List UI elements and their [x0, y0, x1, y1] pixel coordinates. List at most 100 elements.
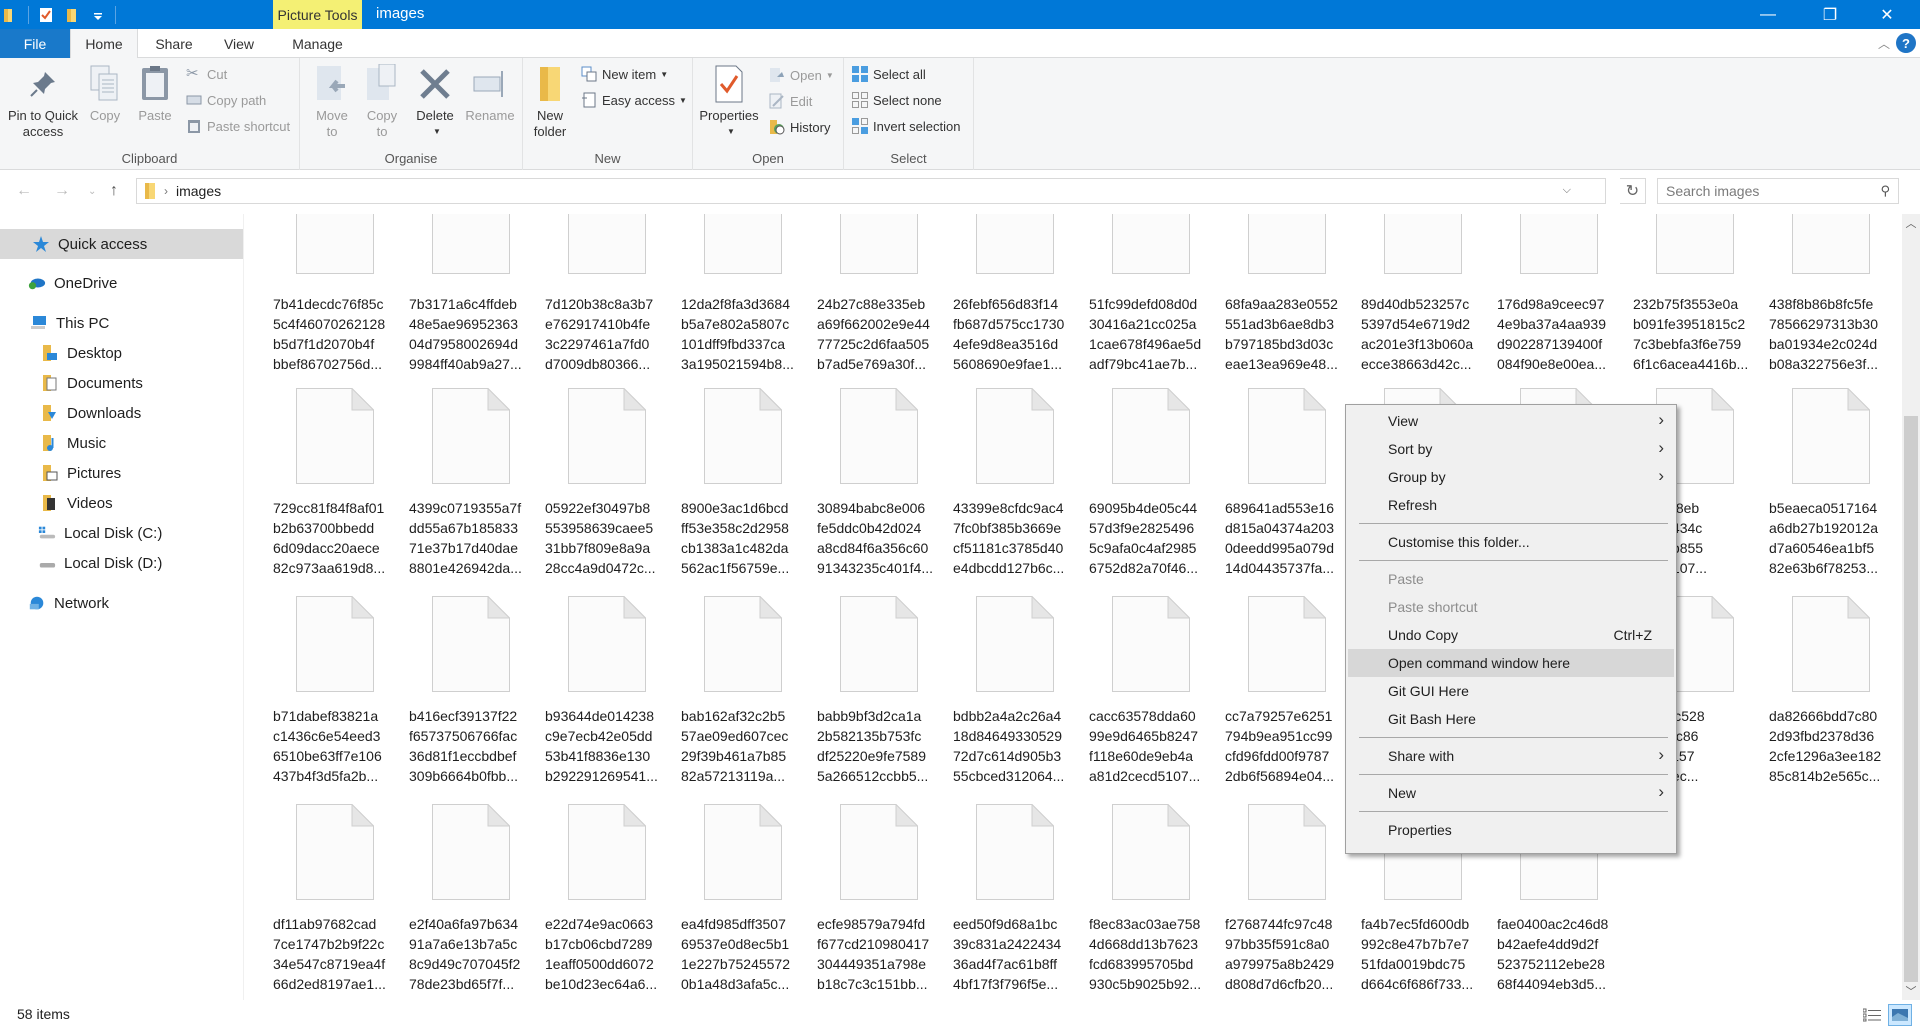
menu-item-undo-copy[interactable]: Undo Copy Ctrl+Z	[1348, 621, 1674, 649]
nav-item-network[interactable]: Network	[0, 588, 243, 618]
large-icons-view-button[interactable]	[1888, 1004, 1912, 1026]
item-count: 58 items	[17, 1006, 70, 1022]
breadcrumb-chevron-icon[interactable]: ›	[164, 184, 168, 198]
tab-manage[interactable]: Manage	[273, 29, 362, 58]
address-dropdown-icon[interactable]: ⌵	[1563, 184, 1571, 197]
status-bar: 58 items	[0, 1000, 1920, 1030]
blank-file-icon	[1112, 804, 1190, 900]
scroll-up-arrow-icon[interactable]: ︿	[1902, 214, 1920, 232]
customize-qat-dropdown-icon[interactable]	[89, 6, 107, 24]
menu-item-label: Undo Copy	[1388, 627, 1459, 643]
large-icons-view-icon	[1892, 1009, 1908, 1021]
invert-selection-label: Invert selection	[873, 118, 961, 134]
nav-item-local-disk-d[interactable]: Local Disk (D:)	[0, 548, 243, 578]
menu-separator	[1359, 811, 1668, 812]
open-dropdown-icon: ▼	[825, 70, 834, 80]
copy-path-button[interactable]: Copy path	[186, 89, 266, 111]
menu-item-open-command-window-here[interactable]: Open command window here	[1348, 649, 1674, 677]
search-icon[interactable]: ⚲	[1880, 183, 1890, 199]
delete-button[interactable]: Delete ▼	[414, 64, 456, 140]
select-all-button[interactable]: Select all	[852, 63, 926, 85]
menu-item-paste-shortcut[interactable]: Paste shortcut	[1348, 593, 1674, 621]
easy-access-button[interactable]: Easy access ▼	[581, 89, 687, 111]
tab-home[interactable]: Home	[70, 29, 138, 59]
rename-button[interactable]: Rename	[464, 64, 516, 124]
nav-item-desktop[interactable]: Desktop	[0, 338, 243, 368]
menu-item-properties[interactable]: Properties	[1348, 816, 1674, 844]
search-input[interactable]	[1666, 183, 1866, 199]
back-arrow-icon[interactable]: ←	[16, 182, 32, 200]
menu-item-new[interactable]: New ›	[1348, 779, 1674, 807]
tab-share[interactable]: Share	[140, 29, 208, 58]
nav-item-onedrive[interactable]: OneDrive	[0, 268, 243, 298]
properties-button[interactable]: Properties ▼	[699, 64, 759, 140]
submenu-chevron-icon: ›	[1658, 782, 1664, 801]
new-folder-button[interactable]: New folder	[531, 64, 569, 140]
new-folder-qat-icon[interactable]	[63, 6, 81, 24]
tab-view[interactable]: View	[208, 29, 270, 58]
properties-label: Properties	[699, 108, 759, 123]
menu-item-label: Sort by	[1388, 441, 1433, 457]
menu-item-paste[interactable]: Paste	[1348, 565, 1674, 593]
search-box[interactable]: ⚲	[1657, 178, 1899, 204]
breadcrumb-images[interactable]: images	[176, 183, 221, 199]
open-button[interactable]: Open ▼	[769, 64, 834, 86]
tab-file[interactable]: File	[0, 29, 70, 58]
forward-arrow-icon[interactable]: →	[54, 182, 70, 200]
nav-item-downloads[interactable]: Downloads	[0, 398, 243, 428]
menu-item-customise-this-folder[interactable]: Customise this folder...	[1348, 528, 1674, 556]
copy-to-button[interactable]: Copy to	[362, 64, 402, 140]
paste-shortcut-button[interactable]: Paste shortcut	[186, 115, 290, 137]
vertical-scrollbar[interactable]: ︿ ﹀	[1902, 214, 1920, 1000]
details-view-button[interactable]	[1860, 1004, 1884, 1026]
ribbon-tab-row: File Home Share View Manage ︿ ?	[0, 29, 1920, 59]
edit-button[interactable]: Edit	[769, 90, 812, 112]
nav-item-videos[interactable]: Videos	[0, 488, 243, 518]
menu-item-sort-by[interactable]: Sort by ›	[1348, 435, 1674, 463]
new-item-button[interactable]: New item ▼	[581, 63, 668, 85]
copy-to-icon	[367, 64, 396, 100]
menu-item-refresh[interactable]: Refresh	[1348, 491, 1674, 519]
network-icon	[28, 594, 46, 612]
nav-item-music[interactable]: Music	[0, 428, 243, 458]
select-none-button[interactable]: Select none	[852, 89, 942, 111]
history-button[interactable]: History	[769, 116, 830, 138]
move-to-label-2: to	[326, 124, 338, 139]
menu-item-view[interactable]: View ›	[1348, 407, 1674, 435]
close-button[interactable]: ✕	[1864, 0, 1910, 29]
maximize-button[interactable]: ❐	[1807, 0, 1853, 29]
nav-item-quick-access[interactable]: Quick access	[0, 229, 243, 259]
file-name: bdbb2a4a2c26a4 18d84649330529 72d7c614d9…	[953, 708, 1065, 784]
paste-button[interactable]: Paste	[136, 64, 174, 124]
scroll-down-arrow-icon[interactable]: ﹀	[1902, 982, 1920, 1000]
invert-selection-button[interactable]: Invert selection	[852, 115, 960, 137]
nav-item-pictures[interactable]: Pictures	[0, 458, 243, 488]
address-bar[interactable]: › images ⌵	[136, 178, 1606, 204]
scrollbar-thumb[interactable]	[1904, 416, 1918, 982]
file-name: 69095b4de05c44 57d3f9e2825496 5c9afa0c4a…	[1089, 500, 1198, 576]
pin-to-quick-access-button[interactable]: Pin to Quick access	[6, 64, 80, 140]
file-name: 729cc81f84f8af01 b2b63700bbedd 6d09dacc2…	[273, 500, 386, 576]
menu-item-git-bash-here[interactable]: Git Bash Here	[1348, 705, 1674, 733]
properties-dropdown-icon[interactable]: ▼	[727, 124, 735, 140]
blank-file-icon	[1248, 388, 1326, 484]
refresh-button[interactable]: ↻	[1620, 178, 1646, 204]
recent-locations-chevron-icon[interactable]: ⌄	[88, 186, 96, 197]
properties-qat-icon[interactable]	[37, 6, 55, 24]
submenu-chevron-icon: ›	[1658, 438, 1664, 457]
cut-button[interactable]: ✂ Cut	[186, 63, 227, 85]
move-to-button[interactable]: Move to	[312, 64, 352, 140]
help-icon[interactable]: ?	[1896, 33, 1916, 53]
copy-button[interactable]: Copy	[86, 64, 124, 124]
menu-item-share-with[interactable]: Share with ›	[1348, 742, 1674, 770]
delete-dropdown-icon[interactable]: ▼	[433, 124, 441, 140]
menu-item-git-gui-here[interactable]: Git GUI Here	[1348, 677, 1674, 705]
collapse-ribbon-icon[interactable]: ︿	[1878, 35, 1890, 52]
nav-item-documents[interactable]: Documents	[0, 368, 243, 398]
nav-item-this-pc[interactable]: This PC	[0, 308, 243, 338]
menu-item-group-by[interactable]: Group by ›	[1348, 463, 1674, 491]
file-name: 8900e3ac1d6bcd ff53e358c2d2958 cb1383a1c…	[681, 500, 790, 576]
minimize-button[interactable]: —	[1745, 0, 1791, 29]
nav-item-local-disk-c[interactable]: Local Disk (C:)	[0, 518, 243, 548]
up-arrow-icon[interactable]: ↑	[110, 182, 118, 200]
